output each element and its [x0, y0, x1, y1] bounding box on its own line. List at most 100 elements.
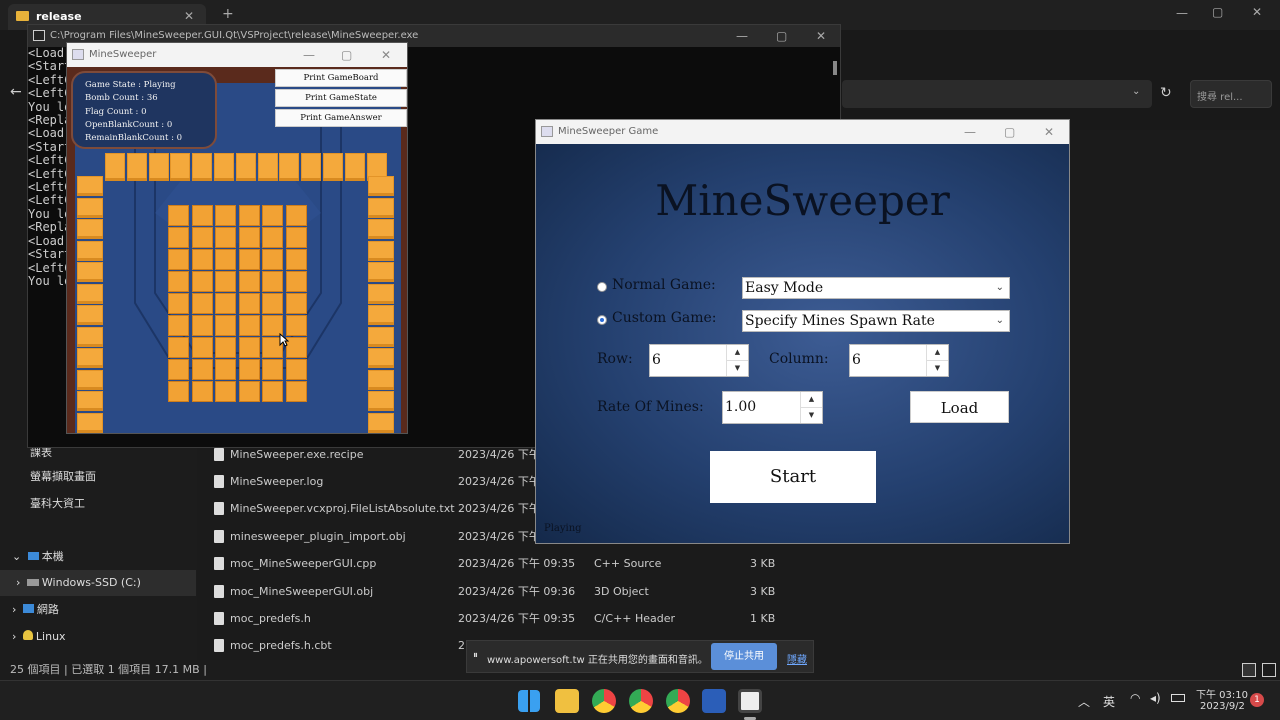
covered-tile[interactable]	[191, 271, 213, 292]
clock-date[interactable]: 2023/9/2	[1200, 701, 1245, 712]
input-language[interactable]: 英	[1103, 693, 1115, 710]
notification-badge[interactable]: 1	[1250, 693, 1264, 707]
covered-tile[interactable]	[168, 293, 189, 314]
covered-tile[interactable]	[168, 205, 189, 226]
covered-tile[interactable]	[285, 381, 307, 402]
nav-item-screenshots[interactable]: 螢幕擷取畫面	[30, 464, 96, 490]
chevron-down-icon[interactable]: ⌄	[1132, 86, 1140, 97]
stop-sharing-button[interactable]: 停止共用	[711, 643, 777, 670]
covered-tile[interactable]	[191, 337, 213, 358]
covered-tile[interactable]	[215, 337, 236, 358]
spin-up-icon[interactable]: ▲	[801, 392, 822, 408]
close-icon[interactable]: ✕	[816, 25, 826, 47]
rate-of-mines-spinbox[interactable]: 1.00 ▲ ▼	[722, 391, 823, 424]
file-row[interactable]: moc_MineSweeperGUI.cpp 2023/4/26 下午 09:35…	[212, 550, 812, 577]
covered-tile[interactable]	[168, 249, 189, 270]
print-gameanswer-button[interactable]: Print GameAnswer	[275, 109, 407, 127]
covered-tile[interactable]	[215, 315, 236, 336]
nav-item-c-drive[interactable]: › Windows-SSD (C:)	[0, 570, 196, 596]
nav-item-linux[interactable]: › Linux	[12, 624, 66, 650]
covered-tile[interactable]	[168, 359, 189, 380]
spin-down-icon[interactable]: ▼	[727, 361, 748, 377]
custom-game-radio[interactable]	[597, 315, 607, 325]
covered-tile[interactable]	[238, 249, 260, 270]
hide-link[interactable]: 隱藏	[787, 651, 807, 666]
chrome-icon[interactable]	[666, 689, 690, 713]
file-explorer-icon[interactable]	[555, 689, 579, 713]
covered-tile[interactable]	[191, 293, 213, 314]
file-row[interactable]: moc_predefs.h 2023/4/26 下午 09:35 C/C++ Hea…	[212, 605, 812, 632]
print-gameboard-button[interactable]: Print GameBoard	[275, 69, 407, 87]
covered-tile[interactable]	[285, 293, 307, 314]
covered-tile[interactable]	[215, 271, 236, 292]
covered-tile[interactable]	[191, 205, 213, 226]
covered-tile[interactable]	[262, 359, 283, 380]
nav-item-ntust[interactable]: 臺科大資工	[30, 491, 85, 517]
chrome-icon[interactable]	[592, 689, 616, 713]
close-icon[interactable]: ✕	[1252, 5, 1262, 19]
covered-tile[interactable]	[191, 249, 213, 270]
maximize-icon[interactable]: ▢	[1212, 5, 1223, 19]
covered-tile[interactable]	[238, 381, 260, 402]
print-gamestate-button[interactable]: Print GameState	[275, 89, 407, 107]
covered-tile[interactable]	[285, 359, 307, 380]
covered-tile[interactable]	[285, 271, 307, 292]
covered-tile[interactable]	[215, 293, 236, 314]
minimize-icon[interactable]: —	[736, 25, 748, 47]
covered-tile[interactable]	[238, 205, 260, 226]
minimize-icon[interactable]: —	[1176, 6, 1188, 20]
details-view-icon[interactable]	[1242, 663, 1256, 677]
covered-tile[interactable]	[238, 227, 260, 248]
nav-item-network[interactable]: › 網路	[12, 597, 59, 623]
covered-tile[interactable]	[215, 249, 236, 270]
minimize-icon[interactable]: —	[964, 120, 976, 144]
tiles-view-icon[interactable]	[1262, 663, 1276, 677]
minesweeper-app-icon[interactable]	[738, 689, 762, 713]
address-bar[interactable]: ⌄	[842, 80, 1152, 108]
covered-tile[interactable]	[285, 249, 307, 270]
covered-tile[interactable]	[168, 381, 189, 402]
close-tab-icon[interactable]: ✕	[184, 9, 194, 23]
covered-tile[interactable]	[191, 227, 213, 248]
covered-tile[interactable]	[215, 205, 236, 226]
difficulty-select[interactable]: Easy Mode ⌄	[742, 277, 1010, 299]
row-spinbox[interactable]: 6 ▲ ▼	[649, 344, 749, 377]
maximize-icon[interactable]: ▢	[341, 43, 352, 67]
clock-time[interactable]: 下午 03:10	[1196, 686, 1248, 701]
close-icon[interactable]: ✕	[381, 43, 391, 67]
covered-tile[interactable]	[262, 205, 283, 226]
battery-icon[interactable]	[1171, 694, 1185, 702]
covered-tile[interactable]	[238, 271, 260, 292]
covered-tile[interactable]	[262, 293, 283, 314]
covered-tile[interactable]	[168, 337, 189, 358]
covered-tile[interactable]	[262, 249, 283, 270]
minimize-icon[interactable]: —	[303, 43, 315, 67]
volume-icon[interactable]: ◂)	[1150, 691, 1161, 705]
covered-tile[interactable]	[215, 227, 236, 248]
covered-tile[interactable]	[238, 359, 260, 380]
pause-icon[interactable]: ⏸	[473, 650, 478, 661]
covered-tile[interactable]	[262, 271, 283, 292]
nav-item-this-pc[interactable]: ⌄ 本機	[12, 544, 64, 570]
close-icon[interactable]: ✕	[1044, 120, 1054, 144]
custom-mode-select[interactable]: Specify Mines Spawn Rate ⌄	[742, 310, 1010, 332]
wifi-icon[interactable]: ◠	[1130, 691, 1140, 705]
covered-tile[interactable]	[238, 337, 260, 358]
maximize-icon[interactable]: ▢	[1004, 120, 1015, 144]
covered-tile[interactable]	[191, 381, 213, 402]
console-scrollbar[interactable]	[833, 61, 837, 75]
file-row[interactable]: moc_MineSweeperGUI.obj 2023/4/26 下午 09:36…	[212, 578, 812, 605]
refresh-icon[interactable]: ↻	[1160, 85, 1172, 101]
covered-tile[interactable]	[168, 227, 189, 248]
spin-down-icon[interactable]: ▼	[801, 408, 822, 424]
maximize-icon[interactable]: ▢	[776, 25, 787, 47]
start-button[interactable]: Start	[710, 451, 876, 503]
covered-tile[interactable]	[191, 359, 213, 380]
covered-tile[interactable]	[215, 381, 236, 402]
covered-tile[interactable]	[285, 205, 307, 226]
covered-tile[interactable]	[168, 315, 189, 336]
covered-tile[interactable]	[285, 227, 307, 248]
covered-tile[interactable]	[238, 293, 260, 314]
covered-tile[interactable]	[262, 381, 283, 402]
chevron-up-icon[interactable]: ︿	[1078, 693, 1090, 710]
